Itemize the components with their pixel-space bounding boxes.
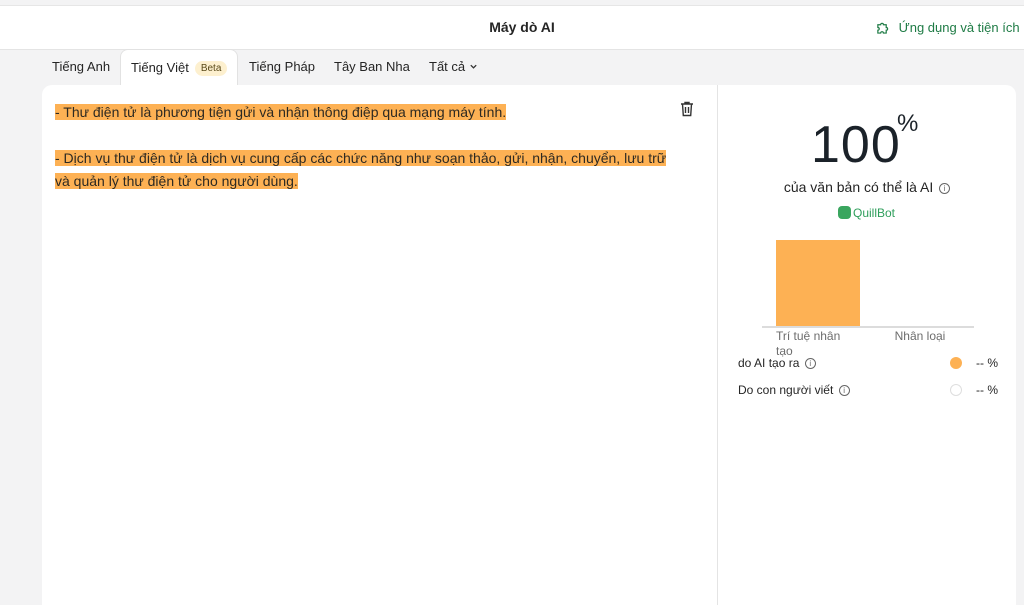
- apps-extensions-link[interactable]: Ứng dụng và tiện ích m: [876, 6, 1024, 49]
- legend-label: do AI tạo ra: [738, 356, 800, 370]
- legend-label: Do con người viết: [738, 383, 834, 397]
- quillbot-logo: QuillBot: [838, 206, 895, 220]
- trash-icon[interactable]: [680, 101, 694, 122]
- human-dot-icon: [950, 384, 962, 396]
- info-icon[interactable]: i: [804, 358, 816, 369]
- page-title: Máy dò AI: [489, 19, 555, 35]
- x-axis-line: [762, 326, 974, 328]
- language-tabs: Tiếng Anh Tiếng Việt Beta Tiếng Pháp Tây …: [42, 49, 842, 85]
- score-description-text: của văn bản có thể là AI: [783, 179, 934, 195]
- result-panel: 100 % của văn bản có thể là AI i QuillBo…: [718, 85, 1016, 605]
- chevron-down-icon: [469, 59, 478, 74]
- paragraph: - Thư điện tử là phương tiện gửi và nhận…: [55, 101, 675, 124]
- tab-label: Tiếng Việt: [131, 60, 189, 75]
- beta-badge: Beta: [194, 61, 228, 76]
- tab-label: Tiếng Anh: [52, 59, 111, 74]
- editor-text[interactable]: - Thư điện tử là phương tiện gửi và nhận…: [55, 101, 675, 216]
- info-icon[interactable]: i: [838, 385, 850, 396]
- legend-value: -- %: [976, 383, 998, 397]
- text-editor[interactable]: - Thư điện tử là phương tiện gửi và nhận…: [42, 85, 718, 605]
- paragraph: - Dịch vụ thư điện tử là dịch vụ cung cấ…: [55, 147, 675, 193]
- info-icon[interactable]: i: [939, 183, 951, 194]
- puzzle-icon: [876, 20, 899, 35]
- tab-french[interactable]: Tiếng Pháp: [249, 49, 315, 85]
- score-unit: %: [897, 110, 919, 137]
- tab-label: Tiếng Pháp: [249, 59, 316, 74]
- brand-name: QuillBot: [853, 206, 896, 220]
- x-tick-label: Nhân loại: [894, 329, 946, 343]
- quillbot-icon: [838, 206, 851, 219]
- legend-ai: do AI tạo ra i -- %: [738, 353, 998, 373]
- chart-bar: [776, 240, 860, 326]
- tab-label: Tây Ban Nha: [334, 59, 410, 74]
- legend-human: Do con người viết i -- %: [738, 380, 998, 400]
- ai-dot-icon: [950, 357, 962, 369]
- tab-label: Tất cả: [429, 59, 466, 74]
- highlighted-text: - Thư điện tử là phương tiện gửi và nhận…: [55, 104, 507, 120]
- legend-value: -- %: [976, 356, 998, 370]
- highlighted-text: - Dịch vụ thư điện tử là dịch vụ cung cấ…: [55, 150, 667, 189]
- apps-link-label: Ứng dụng và tiện ích m: [898, 20, 1024, 35]
- tab-all[interactable]: Tất cả: [429, 49, 478, 85]
- tab-vietnamese[interactable]: Tiếng Việt Beta: [120, 49, 239, 85]
- tab-english[interactable]: Tiếng Anh: [52, 49, 110, 85]
- score-value: 100: [811, 116, 901, 174]
- score-description: của văn bản có thể là AI i: [718, 179, 1016, 195]
- ai-score: 100 %: [811, 110, 918, 175]
- tab-spanish[interactable]: Tây Ban Nha: [334, 49, 410, 85]
- app-header: Máy dò AI Ứng dụng và tiện ích m: [0, 5, 1024, 50]
- ai-human-bar-chart: Trí tuệ nhân tạo Nhân loại: [762, 235, 974, 358]
